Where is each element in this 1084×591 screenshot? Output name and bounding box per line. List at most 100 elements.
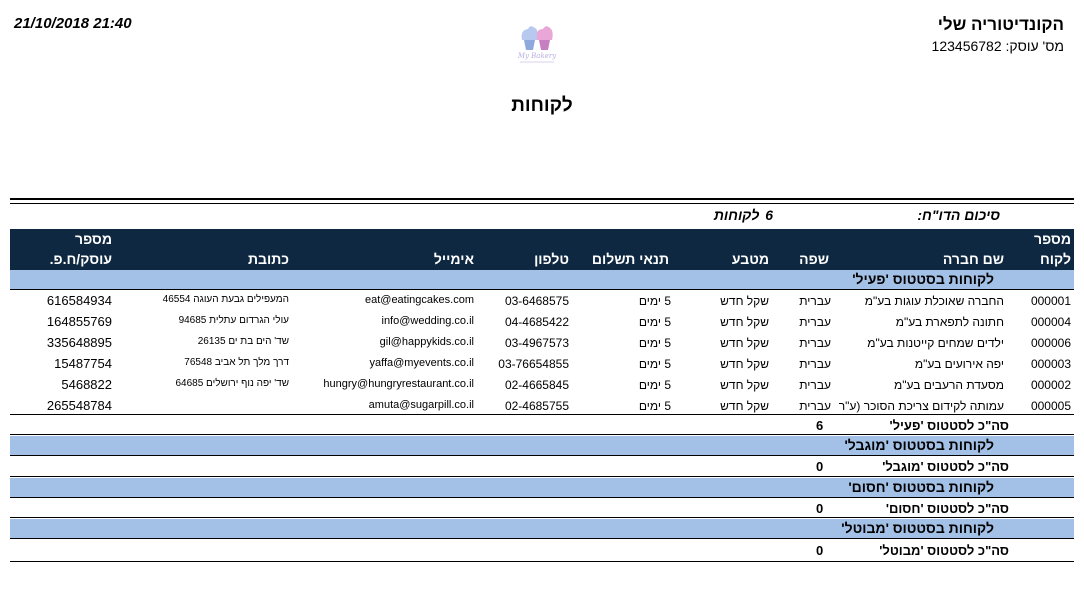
cell-customer-no: 000006 <box>1030 336 1071 350</box>
group-total-blocked: סה"כ לסטטוס 'חסום' 0 <box>10 498 1074 518</box>
summary-label: סיכום הדו"ח: <box>917 207 1000 223</box>
cell-phone: 02-4665845 <box>504 378 569 392</box>
cell-business-no: 265548784 <box>46 398 112 413</box>
table-header: מספר לקוח שם חברה שפה מטבע תנאי תשלום טלפ… <box>10 229 1074 270</box>
col-email: אימייל <box>433 251 474 267</box>
table-row: 000006 ילדים שמחים קייטנות בע"מ עברית שק… <box>10 333 1074 354</box>
cell-business-no: 616584934 <box>46 293 112 308</box>
cell-language: עברית <box>799 315 831 329</box>
cell-phone: 03-6468575 <box>504 294 569 308</box>
cell-customer-no: 000002 <box>1030 378 1071 392</box>
summary-count-label: לקוחות <box>713 207 760 223</box>
total-label: סה"כ לסטטוס 'מבוטל' <box>879 543 1009 558</box>
cell-payment-terms: 5 ימים <box>638 399 671 413</box>
cell-phone: 03-4967573 <box>504 336 569 350</box>
group-header-restricted: לקוחות בסטטוס 'מוגבל' <box>10 436 1074 456</box>
business-id-line: מס' עוסק: 123456782 <box>932 38 1064 54</box>
col-phone: טלפון <box>534 251 569 267</box>
col-company: שם חברה <box>942 251 1004 267</box>
cell-email: amuta@sugarpill.co.il <box>368 399 474 411</box>
cell-address: שד' יפה נוף ירושלים 64685 <box>175 378 289 389</box>
cell-business-no: 164855769 <box>46 314 112 329</box>
cell-language: עברית <box>799 399 831 413</box>
group-total-restricted: סה"כ לסטטוס 'מוגבל' 0 <box>10 456 1074 476</box>
table-row: 000003 יפה אירועים בע"מ עברית שקל חדש 5 … <box>10 354 1074 375</box>
table-row: 000002 מסעדת הרעבים בע"מ עברית שקל חדש 5… <box>10 375 1074 396</box>
cell-currency: שקל חדש <box>720 336 769 350</box>
table-row: 000004 חתונה לתפארת בע"מ עברית שקל חדש 5… <box>10 312 1074 333</box>
bottom-rule <box>10 561 1074 562</box>
cell-currency: שקל חדש <box>720 399 769 413</box>
cell-email: info@wedding.co.il <box>381 315 475 327</box>
cell-payment-terms: 5 ימים <box>638 294 671 308</box>
group-total-active: סה"כ לסטטוס 'פעיל' 6 <box>10 415 1074 435</box>
cell-payment-terms: 5 ימים <box>638 315 671 329</box>
total-value: 6 <box>816 418 824 433</box>
col-address: כתובת <box>247 251 289 267</box>
group-header-cancelled: לקוחות בסטטוס 'מבוטל' <box>10 519 1074 539</box>
cell-language: עברית <box>799 378 831 392</box>
company-name: הקונדיטוריה שלי <box>937 15 1064 34</box>
cell-payment-terms: 5 ימים <box>638 336 671 350</box>
bakery-logo: My Bakery <box>517 26 557 63</box>
total-value: 0 <box>816 459 824 474</box>
cell-company: החברה שאוכלת עוגות בע"מ <box>864 294 1004 308</box>
total-label: סה"כ לסטטוס 'מוגבל' <box>882 459 1009 474</box>
group-header-active: לקוחות בסטטוס 'פעיל' <box>10 270 1074 290</box>
cell-email: eat@eatingcakes.com <box>364 294 474 306</box>
cell-business-no: 15487754 <box>54 356 112 371</box>
total-value: 0 <box>816 501 824 516</box>
cell-language: עברית <box>799 336 831 350</box>
col-customer-no: מספר לקוח <box>1034 231 1071 267</box>
col-language: שפה <box>799 251 829 267</box>
group-total-cancelled: סה"כ לסטטוס 'מבוטל' 0 <box>10 540 1074 560</box>
cell-customer-no: 000003 <box>1030 357 1071 371</box>
business-id-label: מס' עוסק: <box>1005 38 1064 54</box>
group-divider <box>10 517 1074 518</box>
cell-currency: שקל חדש <box>720 294 769 308</box>
cell-email: hungry@hungryrestaurant.co.il <box>323 378 474 390</box>
business-id-value: 123456782 <box>931 38 1002 54</box>
cell-company: חתונה לתפארת בע"מ <box>895 315 1004 329</box>
summary-count: 6 לקוחות <box>708 207 773 223</box>
cell-language: עברית <box>799 294 831 308</box>
col-currency: מטבע <box>731 251 769 267</box>
total-label: סה"כ לסטטוס 'חסום' <box>885 501 1009 516</box>
cell-email: gil@happykids.co.il <box>379 336 474 348</box>
report-datetime: 21/10/2018 21:40 <box>14 15 132 32</box>
total-label: סה"כ לסטטוס 'פעיל' <box>889 418 1009 433</box>
summary-count-value: 6 <box>765 207 773 223</box>
page-title: לקוחות <box>511 95 573 116</box>
cell-email: yaffa@myevents.co.il <box>369 357 474 369</box>
col-payment-terms: תנאי תשלום <box>591 251 669 267</box>
cell-address: שד' הים בת ים 26135 <box>197 336 289 347</box>
cell-currency: שקל חדש <box>720 357 769 371</box>
group-divider <box>10 434 1074 435</box>
cell-phone: 02-4685755 <box>504 399 569 413</box>
col-business-no: מספר עוסק/ח.פ. <box>49 231 112 267</box>
group-header-blocked: לקוחות בסטטוס 'חסום' <box>10 478 1074 498</box>
cell-phone: 04-4685422 <box>504 315 569 329</box>
logo-text: My Bakery <box>517 52 557 60</box>
cell-customer-no: 000001 <box>1030 294 1071 308</box>
cell-payment-terms: 5 ימים <box>638 357 671 371</box>
cell-customer-no: 000005 <box>1030 399 1071 413</box>
total-value: 0 <box>816 543 824 558</box>
cell-address: דרך מלך תל אביב 76548 <box>184 357 289 368</box>
cell-customer-no: 000004 <box>1030 315 1071 329</box>
cell-payment-terms: 5 ימים <box>638 378 671 392</box>
cell-business-no: 335648895 <box>46 335 112 350</box>
cell-company: מסעדת הרעבים בע"מ <box>894 378 1004 392</box>
table-row: 000001 החברה שאוכלת עוגות בע"מ עברית שקל… <box>10 291 1074 312</box>
cell-business-no: 5468822 <box>61 377 112 392</box>
cell-language: עברית <box>799 357 831 371</box>
cell-address: עולי הגרדום עתלית 94685 <box>178 315 289 326</box>
cell-company: עמותה לקידום צריכת הסוכר (ע"ר <box>838 399 1004 413</box>
cell-currency: שקל חדש <box>720 315 769 329</box>
group-divider <box>10 476 1074 477</box>
cell-company: ילדים שמחים קייטנות בע"מ <box>867 336 1004 350</box>
cell-address: המעפילים גבעת העוגה 46554 <box>162 294 289 305</box>
top-rule-thin <box>10 203 1074 204</box>
cell-currency: שקל חדש <box>720 378 769 392</box>
cell-company: יפה אירועים בע"מ <box>914 357 1004 371</box>
